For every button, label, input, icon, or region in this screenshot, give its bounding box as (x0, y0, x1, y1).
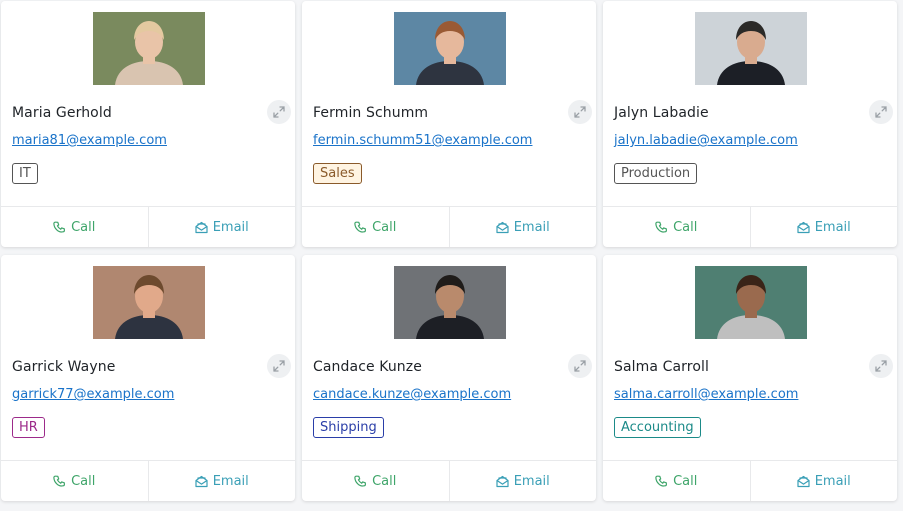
call-label: Call (372, 473, 397, 489)
email-label: Email (814, 473, 851, 489)
contact-email-link[interactable]: fermin.schumm51@example.com (313, 133, 532, 148)
contact-photo (695, 12, 807, 85)
expand-button[interactable] (267, 100, 291, 124)
call-button[interactable]: Call (603, 207, 750, 247)
card-actions: Call Email (1, 460, 295, 501)
portrait-image (394, 12, 506, 85)
contact-photo (93, 266, 205, 339)
contact-card: Salma Carroll salma.carroll@example.com … (603, 255, 897, 501)
contact-card: Maria Gerhold maria81@example.com IT Cal… (1, 1, 295, 247)
contact-card: Candace Kunze candace.kunze@example.com … (302, 255, 596, 501)
call-button[interactable]: Call (302, 461, 449, 501)
card-actions: Call Email (603, 460, 897, 501)
portrait-image (93, 266, 205, 339)
call-label: Call (71, 219, 96, 235)
call-button[interactable]: Call (1, 461, 148, 501)
envelope-icon (195, 475, 208, 488)
expand-icon (273, 357, 285, 376)
card-actions: Call Email (1, 206, 295, 247)
phone-icon (655, 221, 668, 234)
call-label: Call (673, 473, 698, 489)
expand-button[interactable] (568, 354, 592, 378)
expand-button[interactable] (869, 354, 893, 378)
envelope-icon (797, 475, 810, 488)
contact-email-link[interactable]: maria81@example.com (12, 133, 167, 148)
department-badge: Accounting (614, 417, 701, 438)
department-badge: Production (614, 163, 698, 184)
department-badge: Shipping (313, 417, 384, 438)
contact-card-grid: Maria Gerhold maria81@example.com IT Cal… (0, 0, 903, 511)
email-label: Email (212, 219, 249, 235)
contact-email-link[interactable]: jalyn.labadie@example.com (614, 133, 798, 148)
contact-photo (394, 266, 506, 339)
envelope-icon (797, 221, 810, 234)
contact-name: Maria Gerhold (12, 105, 112, 121)
phone-icon (53, 221, 66, 234)
contact-card: Jalyn Labadie jalyn.labadie@example.com … (603, 1, 897, 247)
department-badge: Sales (313, 163, 362, 184)
contact-name: Fermin Schumm (313, 105, 429, 121)
contact-card: Fermin Schumm fermin.schumm51@example.co… (302, 1, 596, 247)
card-actions: Call Email (302, 460, 596, 501)
expand-icon (574, 103, 586, 122)
expand-icon (875, 103, 887, 122)
expand-button[interactable] (568, 100, 592, 124)
portrait-image (695, 266, 807, 339)
contact-card: Garrick Wayne garrick77@example.com HR C… (1, 255, 295, 501)
portrait-image (394, 266, 506, 339)
portrait-image (695, 12, 807, 85)
contact-email-link[interactable]: salma.carroll@example.com (614, 387, 798, 402)
contact-photo (93, 12, 205, 85)
email-label: Email (513, 473, 550, 489)
phone-icon (354, 221, 367, 234)
contact-name: Garrick Wayne (12, 359, 116, 375)
email-button[interactable]: Email (448, 207, 597, 247)
email-label: Email (513, 219, 550, 235)
expand-icon (875, 357, 887, 376)
email-button[interactable]: Email (749, 207, 898, 247)
contact-email-link[interactable]: candace.kunze@example.com (313, 387, 511, 402)
email-button[interactable]: Email (749, 461, 898, 501)
call-label: Call (71, 473, 96, 489)
envelope-icon (195, 221, 208, 234)
contact-photo (394, 12, 506, 85)
expand-button[interactable] (267, 354, 291, 378)
call-button[interactable]: Call (1, 207, 148, 247)
expand-button[interactable] (869, 100, 893, 124)
contact-email-link[interactable]: garrick77@example.com (12, 387, 174, 402)
email-button[interactable]: Email (448, 461, 597, 501)
call-label: Call (372, 219, 397, 235)
portrait-image (93, 12, 205, 85)
expand-icon (273, 103, 285, 122)
card-actions: Call Email (603, 206, 897, 247)
call-label: Call (673, 219, 698, 235)
phone-icon (354, 475, 367, 488)
phone-icon (53, 475, 66, 488)
card-actions: Call Email (302, 206, 596, 247)
envelope-icon (496, 475, 509, 488)
contact-name: Jalyn Labadie (614, 105, 709, 121)
email-label: Email (814, 219, 851, 235)
envelope-icon (496, 221, 509, 234)
contact-photo (695, 266, 807, 339)
email-label: Email (212, 473, 249, 489)
phone-icon (655, 475, 668, 488)
department-badge: IT (12, 163, 38, 184)
email-button[interactable]: Email (147, 207, 296, 247)
expand-icon (574, 357, 586, 376)
call-button[interactable]: Call (302, 207, 449, 247)
contact-name: Salma Carroll (614, 359, 709, 375)
email-button[interactable]: Email (147, 461, 296, 501)
department-badge: HR (12, 417, 45, 438)
contact-name: Candace Kunze (313, 359, 422, 375)
call-button[interactable]: Call (603, 461, 750, 501)
